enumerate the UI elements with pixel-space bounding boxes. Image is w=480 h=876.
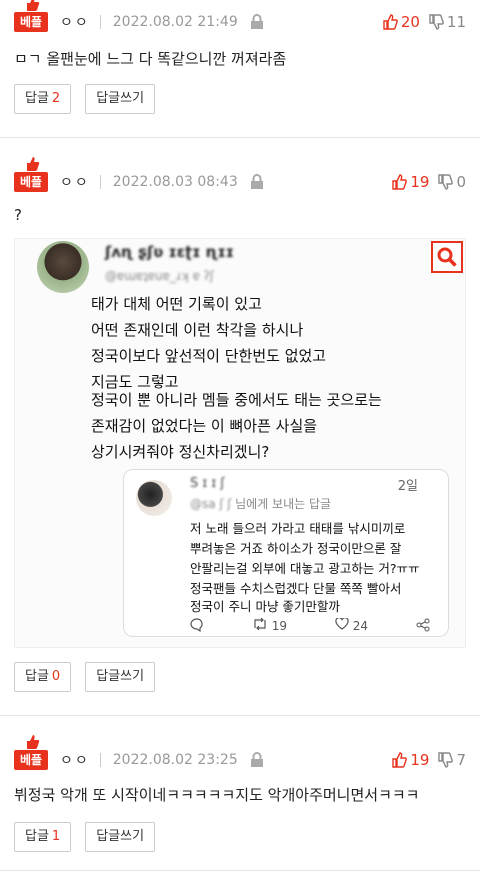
best-badge: 베플 (14, 157, 48, 192)
comment-date: 2022.08.02 21:49 (112, 14, 238, 30)
comment-meta: 베플 ㅇㅇ 2022.08.02 23:25 (14, 735, 264, 772)
retweet-count: 19 (271, 619, 288, 633)
tweet-line: 태가 대체 어떤 기록이 있고 (91, 295, 262, 313)
like-count: 24 (352, 619, 369, 633)
tweet-line: 정국이 뿐 아니라 멤들 중에서도 태는 곳으로는 (91, 391, 382, 409)
thumbs-up-icon (383, 14, 398, 30)
thumbs-up-icon (27, 157, 40, 171)
upvote-count: 19 (410, 751, 430, 769)
quoted-reply: S ɪ ɪ ʃ 2일 @sa ʃ ʃ 님에게 보내는 답글 저 노래 들으러 가… (123, 469, 449, 637)
best-badge: 베플 (14, 735, 48, 770)
downvote-count: 7 (456, 751, 466, 769)
best-badge: 베플 (14, 0, 48, 32)
retweet-icon (254, 617, 266, 631)
downvote-count: 0 (456, 173, 466, 191)
nickname[interactable]: ㅇㅇ (60, 172, 90, 192)
vote-area: 19 0 (391, 170, 466, 194)
upvote-button[interactable]: 19 (391, 173, 429, 191)
reply-button[interactable]: 답글 2 (14, 84, 72, 114)
retweet-stat: 19 (252, 617, 288, 635)
reply-actions: 19 24 (190, 617, 430, 635)
tweet-handle-blurred: @ɐɯɐʇɐuɐ_ɹʞ ɐ ʔʃ (105, 269, 214, 283)
profile-avatar (37, 241, 89, 293)
comment-date: 2022.08.03 08:43 (112, 174, 238, 190)
downvote-button[interactable]: 0 (437, 173, 466, 191)
tweet-line: 존재감이 없었다는 이 뼈아픈 사실을 (91, 417, 318, 435)
reply-to: @sa ʃ ʃ 님에게 보내는 답글 (190, 497, 332, 511)
tweet-line: 상기시켜줘야 정신차리겠니? (91, 443, 270, 461)
reply-line: 정국팬들 수치스럽겠다 단물 쪽쪽 빨아서 (190, 581, 402, 596)
downvote-button[interactable]: 7 (437, 751, 466, 769)
reply-avatar (136, 480, 172, 516)
comment-text: ? (14, 206, 22, 224)
tweet-line: 정국이보다 앞선적이 단한번도 없었고 (91, 347, 327, 365)
reply-line: 정국이 주니 마냥 좋기만할까 (190, 599, 340, 614)
comment-buttons: 답글 1 답글쓰기 (14, 822, 169, 852)
thumbs-down-icon (429, 14, 444, 30)
reply-line: 안팔리는걸 외부에 대놓고 광고하는 거?ㅠㅠ (190, 561, 420, 576)
thumbs-up-icon (27, 735, 40, 749)
heart-icon (335, 617, 349, 630)
reply-line: 저 노래 들으러 가라고 태태를 낚시미끼로 (190, 521, 406, 536)
vote-area: 19 7 (391, 748, 466, 772)
divider (99, 175, 101, 189)
nickname[interactable]: ㅇㅇ (60, 750, 90, 770)
thumbs-down-icon (438, 174, 454, 190)
comment-buttons: 답글 2 답글쓰기 (14, 84, 169, 114)
divider (99, 753, 101, 767)
thumbs-down-icon (438, 752, 454, 768)
attached-image[interactable]: ʃʌɳ ʂʃʋ ɪɛʈɪ ɳɪɪ @ɐɯɐʇɐuɐ_ɹʞ ɐ ʔʃ 태가 대체 … (14, 238, 466, 648)
thumbs-up-icon (392, 174, 408, 190)
reply-line: 뿌려놓은 거죠 하이소가 정국이만으론 잘 (190, 541, 402, 556)
divider (99, 15, 101, 29)
reply-date: 2일 (397, 479, 418, 494)
comment-meta: 베플 ㅇㅇ 2022.08.03 08:43 (14, 157, 264, 194)
tweet-line: 어떤 존재인데 이런 착각을 하시나 (91, 321, 304, 339)
comment-divider (0, 137, 480, 138)
write-reply-button[interactable]: 답글쓰기 (85, 84, 156, 114)
comment-meta: 베플 ㅇㅇ 2022.08.02 21:49 (14, 0, 264, 34)
comment-divider (0, 715, 480, 716)
image-zoom-button[interactable] (431, 241, 463, 273)
upvote-count: 19 (410, 173, 430, 191)
vote-area: 20 11 (382, 10, 466, 34)
thumbs-up-icon (27, 0, 40, 11)
upvote-button[interactable]: 19 (391, 751, 429, 769)
thumbs-up-icon (392, 752, 408, 768)
comment-date: 2022.08.02 23:25 (112, 752, 238, 768)
reply-button[interactable]: 답글 0 (14, 662, 72, 692)
downvote-button[interactable]: 11 (428, 13, 466, 31)
reply-count: 1 (51, 829, 61, 844)
comment-buttons: 답글 0 답글쓰기 (14, 662, 169, 692)
upvote-button[interactable]: 20 (382, 13, 420, 31)
lock-icon (250, 14, 263, 29)
lock-icon (250, 752, 263, 767)
search-icon (437, 247, 457, 267)
lock-icon (250, 174, 263, 189)
reply-button[interactable]: 답글 1 (14, 822, 72, 852)
reply-count: 0 (51, 669, 61, 684)
tweet-author-blurred: ʃʌɳ ʂʃʋ ɪɛʈɪ ɳɪɪ (105, 243, 234, 261)
downvote-count: 11 (446, 13, 466, 31)
comment-bubble-icon (190, 618, 204, 635)
comment-text: ㅁㄱ 올팬눈에 느그 다 똑같으니깐 꺼져라좀 (14, 50, 287, 68)
write-reply-button[interactable]: 답글쓰기 (85, 662, 156, 692)
upvote-count: 20 (400, 13, 420, 31)
comment-text: 뷔정국 악개 또 시작이네ㅋㅋㅋㅋㅋ지도 악개아주머니면서ㅋㅋㅋ (14, 786, 420, 804)
nickname[interactable]: ㅇㅇ (60, 12, 90, 32)
like-stat: 24 (335, 617, 369, 635)
reply-author-blurred: S ɪ ɪ ʃ (190, 476, 225, 491)
reply-count: 2 (51, 91, 61, 106)
comment-divider (0, 870, 480, 871)
write-reply-button[interactable]: 답글쓰기 (85, 822, 156, 852)
share-icon (416, 618, 430, 635)
